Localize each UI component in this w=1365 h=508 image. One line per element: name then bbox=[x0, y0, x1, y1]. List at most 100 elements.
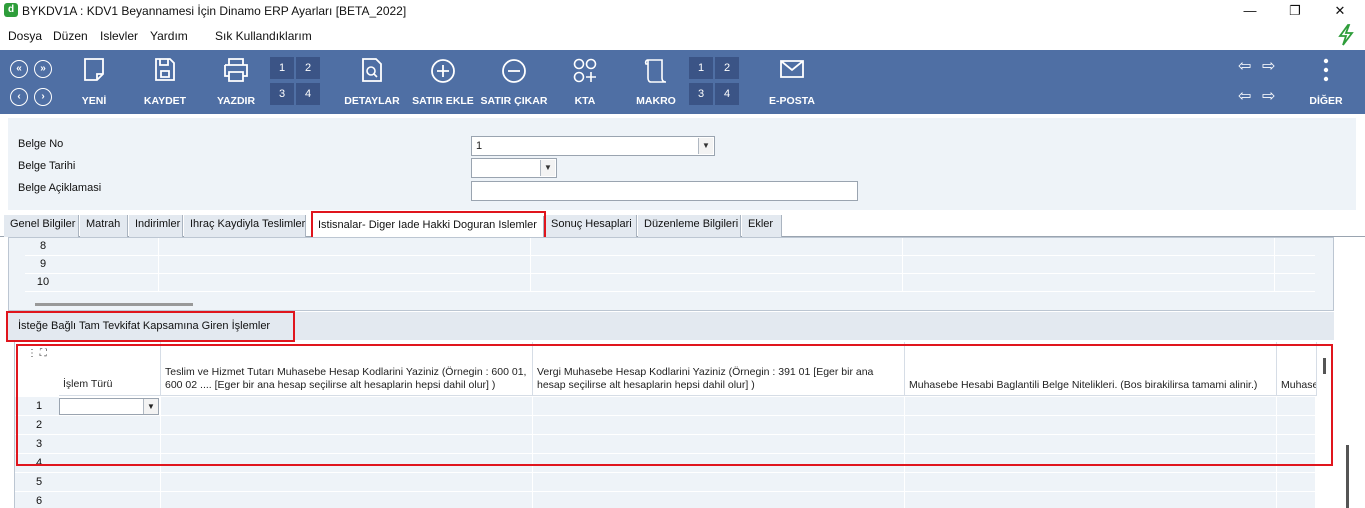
mail-icon bbox=[780, 60, 804, 78]
satir-cikar-label: SATIR ÇIKAR bbox=[480, 95, 548, 107]
menu-dosya[interactable]: Dosya bbox=[8, 29, 42, 43]
macro-slot-2[interactable]: 2 bbox=[715, 57, 739, 79]
table-cell[interactable] bbox=[903, 238, 1275, 256]
table-cell[interactable] bbox=[905, 492, 1277, 508]
lightning-icon[interactable] bbox=[1337, 24, 1355, 46]
table-cell[interactable] bbox=[531, 238, 903, 256]
printer-icon bbox=[224, 58, 248, 82]
tab-indirimler[interactable]: Indirimler bbox=[129, 215, 183, 237]
section-highlight bbox=[6, 311, 295, 342]
tab-matrah[interactable]: Matrah bbox=[80, 215, 128, 237]
table-cell[interactable] bbox=[905, 473, 1277, 492]
table-row[interactable]: 5 bbox=[15, 473, 1315, 492]
diger-label: DİĞER bbox=[1309, 95, 1343, 107]
table-cell[interactable] bbox=[159, 274, 531, 292]
macro-slot-3[interactable]: 3 bbox=[689, 83, 713, 105]
tab-duzenleme-bilgileri[interactable]: Düzenleme Bilgileri bbox=[638, 215, 741, 237]
first-arrow-icon[interactable]: ⇦ bbox=[1238, 58, 1251, 76]
minus-circle-icon bbox=[502, 59, 526, 83]
eposta-button[interactable]: E-POSTA bbox=[762, 50, 822, 114]
back-arrow-icon[interactable]: ⇦ bbox=[1238, 88, 1251, 106]
header-form: Belge No 1 ▼ Belge Tarihi ▼ Belge Açikla… bbox=[8, 118, 1356, 210]
table-row[interactable]: 10 bbox=[25, 274, 1315, 292]
table-row[interactable]: 8 bbox=[25, 238, 1315, 256]
belge-no-field[interactable]: 1 ▼ bbox=[471, 136, 715, 156]
kta-icon bbox=[573, 58, 597, 83]
belge-tarihi-label: Belge Tarihi bbox=[18, 160, 76, 172]
tab-sonuc-hesaplari[interactable]: Sonuç Hesaplari bbox=[545, 215, 637, 237]
window-title: BYKDV1A : KDV1 Beyannamesi İçin Dinamo E… bbox=[22, 4, 407, 18]
makro-button[interactable]: MAKRO bbox=[630, 50, 682, 114]
yeni-label: YENİ bbox=[81, 95, 107, 107]
table-cell[interactable] bbox=[903, 256, 1275, 274]
row-number: 6 bbox=[35, 495, 43, 507]
macro-slot-4[interactable]: 4 bbox=[715, 83, 739, 105]
forward-arrow-icon[interactable]: ⇨ bbox=[1262, 88, 1275, 106]
menu-yardim[interactable]: Yardım bbox=[150, 29, 188, 43]
detaylar-label: DETAYLAR bbox=[344, 95, 400, 107]
detaylar-button[interactable]: DETAYLAR bbox=[340, 50, 404, 114]
close-button[interactable]: ✕ bbox=[1317, 2, 1363, 20]
belge-tarihi-field[interactable]: ▼ bbox=[471, 158, 557, 178]
next-record-icon[interactable]: › bbox=[34, 88, 52, 106]
menu-duzen[interactable]: Düzen bbox=[53, 29, 88, 43]
yazdir-button[interactable]: YAZDIR bbox=[210, 50, 262, 114]
first-record-icon[interactable]: « bbox=[10, 60, 28, 78]
tab-genel-bilgiler[interactable]: Genel Bilgiler bbox=[4, 215, 79, 237]
menu-bar: Dosya Düzen Islevler Yardım Sık Kullandı… bbox=[0, 24, 1365, 48]
chevron-down-icon[interactable]: ▼ bbox=[698, 138, 713, 154]
kta-label: KTA bbox=[574, 95, 596, 107]
satir-ekle-button[interactable]: SATIR EKLE bbox=[410, 50, 476, 114]
slot-1[interactable]: 1 bbox=[270, 57, 294, 79]
table-row[interactable]: 9 bbox=[25, 256, 1315, 274]
tab-bar: Genel Bilgiler Matrah Indirimler Ihraç K… bbox=[0, 213, 1365, 238]
kaydet-label: KAYDET bbox=[143, 95, 187, 107]
table-cell[interactable] bbox=[57, 238, 159, 256]
slot-2[interactable]: 2 bbox=[296, 57, 320, 79]
slot-3[interactable]: 3 bbox=[270, 83, 294, 105]
maximize-button[interactable]: ❐ bbox=[1272, 2, 1318, 20]
title-bar: d BYKDV1A : KDV1 Beyannamesi İçin Dinamo… bbox=[0, 0, 1365, 22]
row-number: 8 bbox=[39, 240, 47, 252]
table-cell[interactable] bbox=[159, 238, 531, 256]
table-cell[interactable] bbox=[903, 274, 1275, 292]
table-cell[interactable] bbox=[57, 256, 159, 274]
slot-grid-1: 1 2 3 4 bbox=[270, 57, 322, 107]
tab-ekler[interactable]: Ekler bbox=[742, 215, 782, 237]
table-cell[interactable] bbox=[533, 473, 905, 492]
grid-highlight bbox=[16, 344, 1333, 466]
menu-islevler[interactable]: Islevler bbox=[100, 29, 138, 43]
tab-ihrac-kaydiyla-teslimler[interactable]: Ihraç Kaydiyla Teslimler bbox=[184, 215, 306, 237]
row-number: 9 bbox=[39, 258, 47, 270]
satir-cikar-button[interactable]: SATIR ÇIKAR bbox=[480, 50, 548, 114]
menu-sik-kullandiklarim[interactable]: Sık Kullandıklarım bbox=[215, 29, 312, 43]
outer-vertical-scrollbar[interactable] bbox=[1346, 445, 1349, 508]
minimize-button[interactable]: — bbox=[1227, 2, 1273, 20]
last-arrow-icon[interactable]: ⇨ bbox=[1262, 58, 1275, 76]
app-icon: d bbox=[4, 3, 18, 17]
plus-circle-icon bbox=[431, 59, 455, 83]
table-cell[interactable] bbox=[531, 274, 903, 292]
table-cell[interactable] bbox=[57, 274, 159, 292]
kta-button[interactable]: KTA bbox=[562, 50, 608, 114]
diger-button[interactable]: DİĞER bbox=[1304, 50, 1348, 114]
table-cell[interactable] bbox=[161, 492, 533, 508]
table-cell[interactable] bbox=[59, 492, 161, 508]
belge-aciklamasi-field[interactable] bbox=[471, 181, 858, 201]
previous-record-icon[interactable]: ‹ bbox=[10, 88, 28, 106]
table-cell[interactable] bbox=[59, 473, 161, 492]
last-record-icon[interactable]: » bbox=[34, 60, 52, 78]
macro-slot-1[interactable]: 1 bbox=[689, 57, 713, 79]
horizontal-scrollbar[interactable] bbox=[35, 303, 193, 306]
makro-label: MAKRO bbox=[636, 95, 676, 107]
table-cell[interactable] bbox=[533, 492, 905, 508]
table-cell[interactable] bbox=[531, 256, 903, 274]
table-cell[interactable] bbox=[161, 473, 533, 492]
table-cell[interactable] bbox=[159, 256, 531, 274]
table-row[interactable]: 6 bbox=[15, 492, 1315, 508]
yeni-button[interactable]: YENİ bbox=[70, 50, 118, 114]
belge-aciklamasi-label: Belge Açiklamasi bbox=[18, 182, 102, 194]
slot-4[interactable]: 4 bbox=[296, 83, 320, 105]
chevron-down-icon[interactable]: ▼ bbox=[540, 160, 555, 176]
kaydet-button[interactable]: KAYDET bbox=[140, 50, 190, 114]
